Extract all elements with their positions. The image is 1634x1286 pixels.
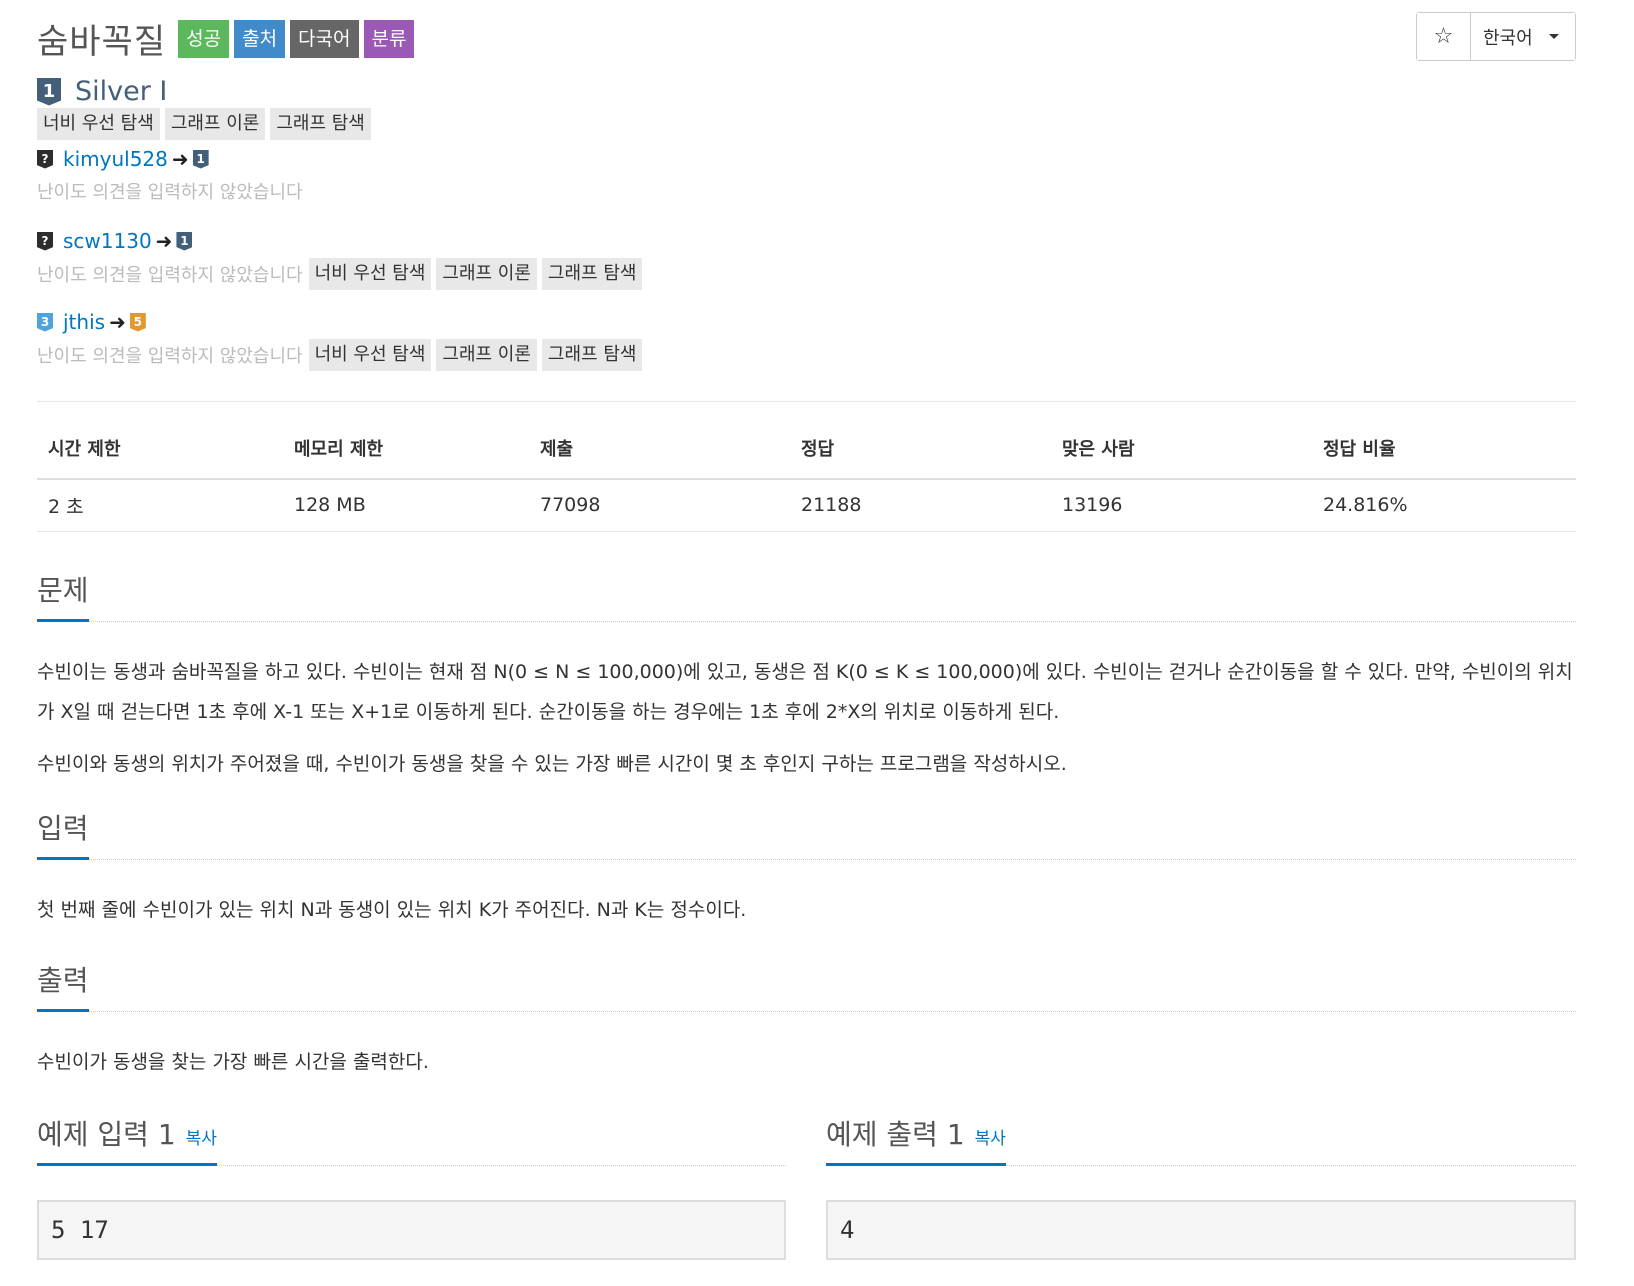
language-label: 한국어 [1483, 27, 1533, 49]
tag-graph-search[interactable]: 그래프 탐색 [270, 108, 371, 140]
title-row: 숨바꼭질 성공 출처 다국어 분류 [37, 14, 419, 63]
input-description: 첫 번째 줄에 수빈이가 있는 위치 N과 동생이 있는 위치 K가 주어진다.… [37, 899, 747, 921]
opinion-header: 3 jthis ➜ 5 [37, 309, 647, 335]
section-title: 출력 [37, 959, 89, 1012]
tag-bfs[interactable]: 너비 우선 탐색 [308, 258, 432, 290]
output-description: 수빈이가 동생을 찾는 가장 빠른 시간을 출력한다. [37, 1051, 429, 1073]
section-header: 문제 [37, 574, 1576, 622]
problem-tags: 너비 우선 탐색 그래프 이론 그래프 탐색 [37, 108, 376, 140]
output-section: 출력 수빈이가 동생을 찾는 가장 빠른 시간을 출력한다. [37, 964, 1576, 1082]
opinion-body: 난이도 의견을 입력하지 않았습니다 너비 우선 탐색 그래프 이론 그래프 탐… [37, 258, 647, 290]
opinion-header: ? kimyul528 ➜ 1 [37, 146, 309, 172]
input-section: 입력 첫 번째 줄에 수빈이가 있는 위치 N과 동생이 있는 위치 K가 주어… [37, 812, 1576, 930]
caret-down-icon [1548, 34, 1559, 39]
sample-input-title: 예제 입력 1 [37, 1118, 176, 1151]
opinion-item: 3 jthis ➜ 5 난이도 의견을 입력하지 않았습니다 너비 우선 탐색 … [37, 309, 647, 371]
label-success[interactable]: 성공 [178, 19, 230, 58]
section-title: 예제 입력 1 복사 [37, 1113, 217, 1166]
section-header: 출력 [37, 964, 1576, 1012]
tag-bfs[interactable]: 너비 우선 탐색 [308, 339, 432, 371]
tag-graph-theory[interactable]: 그래프 이론 [164, 108, 266, 140]
time-limit-value: 2 초 [37, 479, 283, 532]
problem-section: 문제 수빈이는 동생과 숨바꼭질을 하고 있다. 수빈이는 현재 점 N(0 ≤… [37, 574, 1576, 784]
tag-graph-theory[interactable]: 그래프 이론 [436, 339, 537, 371]
sample-output-section: 예제 출력 1 복사 4 [826, 1118, 1576, 1260]
star-outline-icon: ☆ [1433, 24, 1454, 49]
opinion-user-link[interactable]: scw1130 [63, 229, 152, 253]
label-source[interactable]: 출처 [234, 19, 286, 58]
header-time-limit: 시간 제한 [37, 417, 283, 480]
opinion-body: 난이도 의견을 입력하지 않았습니다 [37, 178, 309, 204]
accept-ratio-value: 24.816% [1312, 479, 1576, 532]
problem-info-table: 시간 제한 메모리 제한 제출 정답 맞은 사람 정답 비율 2 초 128 M… [37, 417, 1576, 532]
label-category[interactable]: 분류 [363, 19, 415, 58]
header-accepted: 정답 [790, 417, 1051, 480]
copy-button[interactable]: 복사 [186, 1129, 217, 1149]
header-submissions: 제출 [529, 417, 790, 480]
tag-bfs[interactable]: 너비 우선 탐색 [37, 108, 160, 140]
unrated-tier-icon: ? [37, 231, 53, 251]
sample-input-box[interactable]: 5 17 [37, 1200, 786, 1260]
silver-tier-icon: 1 [37, 77, 61, 106]
arrow-right-icon: ➜ [109, 310, 126, 334]
sample-output-box[interactable]: 4 [826, 1200, 1576, 1260]
arrow-right-icon: ➜ [155, 229, 173, 253]
silver-tier-icon: 1 [192, 149, 209, 169]
unrated-tier-icon: ? [37, 149, 53, 169]
divider [37, 401, 1576, 402]
language-dropdown[interactable]: 한국어 [1471, 13, 1575, 60]
section-title: 입력 [37, 807, 89, 860]
silver-tier-icon: 1 [176, 231, 193, 251]
tier-name: Silver I [75, 76, 168, 107]
table-header-row: 시간 제한 메모리 제한 제출 정답 맞은 사람 정답 비율 [37, 417, 1576, 480]
section-header: 입력 [37, 812, 1576, 860]
tier-row: 1 Silver I [37, 76, 167, 107]
memory-limit-value: 128 MB [283, 479, 529, 532]
problem-description: 수빈이는 동생과 숨바꼭질을 하고 있다. 수빈이는 현재 점 N(0 ≤ N … [37, 661, 1573, 723]
submissions-value: 77098 [529, 479, 790, 532]
opinion-text: 난이도 의견을 입력하지 않았습니다 [37, 346, 303, 367]
section-header: 예제 출력 1 복사 [826, 1118, 1576, 1166]
sample-output-title: 예제 출력 1 [826, 1118, 965, 1151]
silver-tier-icon: 3 [37, 312, 53, 332]
label-multilang[interactable]: 다국어 [290, 19, 359, 58]
opinion-body: 난이도 의견을 입력하지 않았습니다 너비 우선 탐색 그래프 이론 그래프 탐… [37, 339, 647, 371]
section-header: 예제 입력 1 복사 [37, 1118, 786, 1166]
opinion-user-link[interactable]: jthis [63, 310, 105, 334]
section-title: 예제 출력 1 복사 [826, 1113, 1006, 1166]
opinion-user-link[interactable]: kimyul528 [63, 147, 168, 171]
problem-title: 숨바꼭질 [37, 22, 167, 62]
solved-users-value: 13196 [1051, 479, 1312, 532]
arrow-right-icon: ➜ [171, 147, 189, 171]
header-accept-ratio: 정답 비율 [1312, 417, 1576, 480]
tag-graph-search[interactable]: 그래프 탐색 [541, 339, 643, 371]
opinion-text: 난이도 의견을 입력하지 않았습니다 [37, 182, 303, 203]
table-row: 2 초 128 MB 77098 21188 13196 24.816% [37, 479, 1576, 532]
accepted-value: 21188 [790, 479, 1051, 532]
problem-description: 수빈이와 동생의 위치가 주어졌을 때, 수빈이가 동생을 찾을 수 있는 가장… [37, 753, 1067, 775]
copy-button[interactable]: 복사 [975, 1129, 1006, 1149]
opinion-text: 난이도 의견을 입력하지 않았습니다 [37, 265, 303, 286]
opinion-header: ? scw1130 ➜ 1 [37, 228, 647, 254]
opinion-item: ? kimyul528 ➜ 1 난이도 의견을 입력하지 않았습니다 [37, 146, 309, 204]
opinion-item: ? scw1130 ➜ 1 난이도 의견을 입력하지 않았습니다 너비 우선 탐… [37, 228, 647, 290]
gold-tier-icon: 5 [129, 312, 146, 332]
sample-input-section: 예제 입력 1 복사 5 17 [37, 1118, 786, 1260]
header-memory-limit: 메모리 제한 [283, 417, 529, 480]
top-controls: ☆ 한국어 [1416, 12, 1576, 61]
section-title: 문제 [37, 569, 89, 622]
tag-graph-theory[interactable]: 그래프 이론 [436, 258, 537, 290]
star-button[interactable]: ☆ [1417, 13, 1471, 60]
header-solved-users: 맞은 사람 [1051, 417, 1312, 480]
tag-graph-search[interactable]: 그래프 탐색 [541, 258, 643, 290]
